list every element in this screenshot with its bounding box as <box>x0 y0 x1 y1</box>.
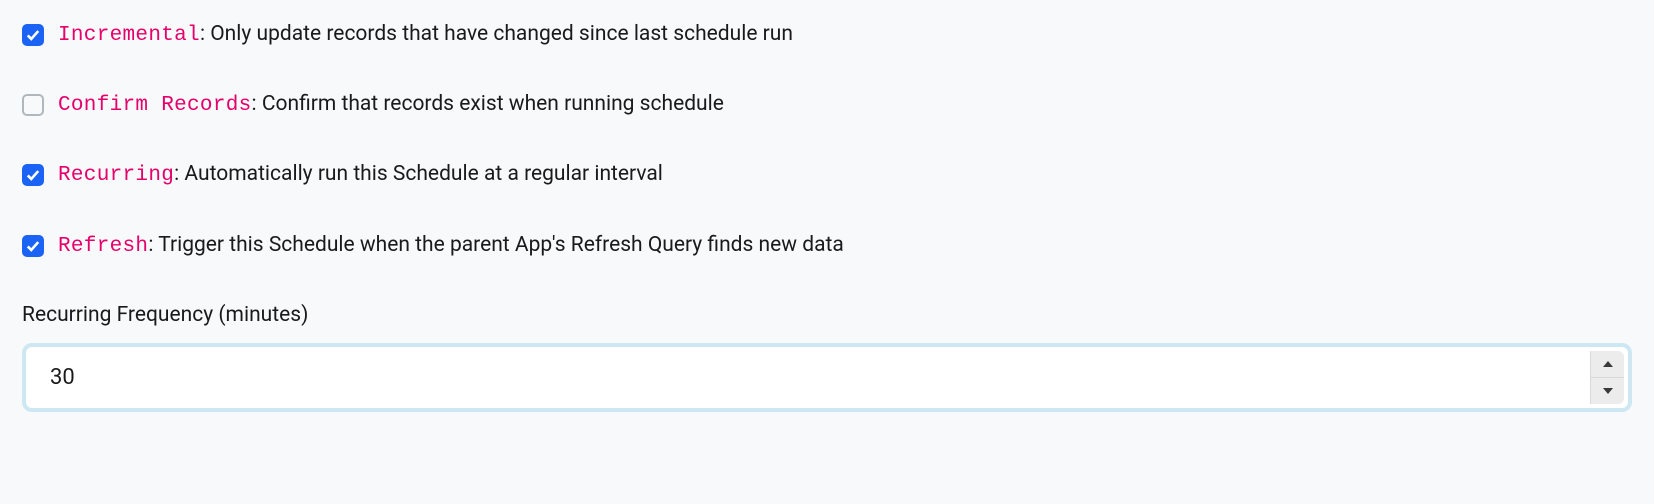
recurring-label: Recurring: Automatically run this Schedu… <box>58 162 663 188</box>
stepper-up-button[interactable] <box>1591 351 1624 378</box>
recurring-frequency-input[interactable] <box>26 347 1586 408</box>
confirm-records-checkbox[interactable] <box>22 94 44 116</box>
check-icon <box>26 239 40 253</box>
recurring-frequency-label: Recurring Frequency (minutes) <box>22 303 1632 327</box>
recurring-frequency-field <box>22 343 1632 412</box>
check-icon <box>26 28 40 42</box>
refresh-desc: Trigger this Schedule when the parent Ap… <box>158 233 844 257</box>
recurring-key: Recurring <box>58 164 174 187</box>
chevron-up-icon <box>1603 361 1613 367</box>
recurring-checkbox[interactable] <box>22 164 44 186</box>
option-recurring: Recurring: Automatically run this Schedu… <box>22 162 1632 188</box>
option-confirm-records: Confirm Records: Confirm that records ex… <box>22 92 1632 118</box>
confirm-records-desc: Confirm that records exist when running … <box>262 92 724 116</box>
recurring-desc: Automatically run this Schedule at a reg… <box>184 162 663 186</box>
confirm-records-label: Confirm Records: Confirm that records ex… <box>58 92 724 118</box>
refresh-key: Refresh <box>58 235 148 258</box>
incremental-checkbox[interactable] <box>22 24 44 46</box>
number-stepper <box>1590 351 1624 404</box>
refresh-checkbox[interactable] <box>22 235 44 257</box>
stepper-down-button[interactable] <box>1591 378 1624 404</box>
option-refresh: Refresh: Trigger this Schedule when the … <box>22 233 1632 259</box>
incremental-key: Incremental <box>58 24 200 47</box>
incremental-label: Incremental: Only update records that ha… <box>58 22 793 48</box>
confirm-records-key: Confirm Records <box>58 94 252 117</box>
check-icon <box>26 168 40 182</box>
incremental-desc: Only update records that have changed si… <box>210 22 793 46</box>
option-incremental: Incremental: Only update records that ha… <box>22 22 1632 48</box>
refresh-label: Refresh: Trigger this Schedule when the … <box>58 233 844 259</box>
chevron-down-icon <box>1603 388 1613 394</box>
